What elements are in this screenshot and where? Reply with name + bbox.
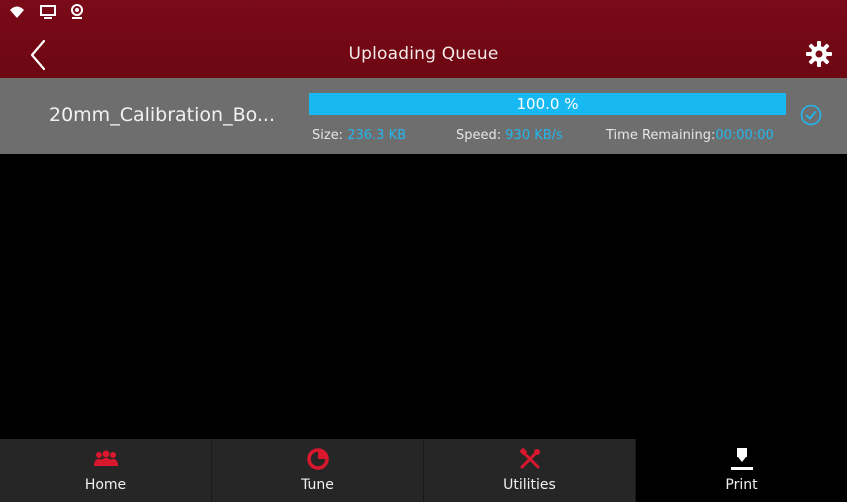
nav-tune-label: Tune (301, 477, 334, 493)
page-title: Uploading Queue (348, 44, 499, 64)
progress-percent: 100.0 % (516, 95, 579, 113)
monitor-icon (40, 5, 56, 19)
queue-item[interactable]: 20mm_Calibration_Bo... 100.0 % Size: 236… (0, 78, 847, 154)
tools-icon (517, 446, 543, 472)
top-bar: Uploading Queue (0, 0, 847, 78)
time-value: 00:00:00 (715, 128, 774, 143)
nav-utilities[interactable]: Utilities (424, 439, 636, 502)
upload-status[interactable] (800, 104, 822, 126)
speed-value: 930 KB/s (505, 128, 563, 143)
speed-label: Speed: (456, 128, 502, 143)
nav-home[interactable]: Home (0, 439, 212, 502)
nav-home-label: Home (84, 477, 127, 493)
time-remaining: Time Remaining:00:00:00 (606, 128, 774, 143)
status-icons (8, 4, 84, 20)
pie-chart-icon (305, 446, 331, 472)
nav-tune[interactable]: Tune (212, 439, 424, 502)
bottom-nav: Home Tune Utilities Print (0, 439, 847, 502)
file-name: 20mm_Calibration_Bo... (49, 104, 276, 126)
upload-progress-bar: 100.0 % (309, 93, 786, 115)
settings-button[interactable] (805, 40, 833, 68)
size-label: Size: (312, 128, 344, 143)
group-icon (93, 446, 119, 472)
wifi-icon (10, 6, 24, 18)
nav-print-label: Print (725, 477, 758, 493)
size-value: 236.3 KB (347, 128, 407, 143)
webcam-icon (71, 4, 83, 19)
check-circle-icon (800, 104, 822, 126)
print-nozzle-icon (729, 446, 755, 472)
nav-print[interactable]: Print (636, 439, 847, 502)
gear-icon (806, 41, 832, 67)
upload-speed: Speed: 930 KB/s (456, 128, 563, 143)
nav-utilities-label: Utilities (503, 477, 556, 493)
time-label: Time Remaining: (606, 128, 716, 143)
file-size: Size: 236.3 KB (312, 128, 406, 143)
